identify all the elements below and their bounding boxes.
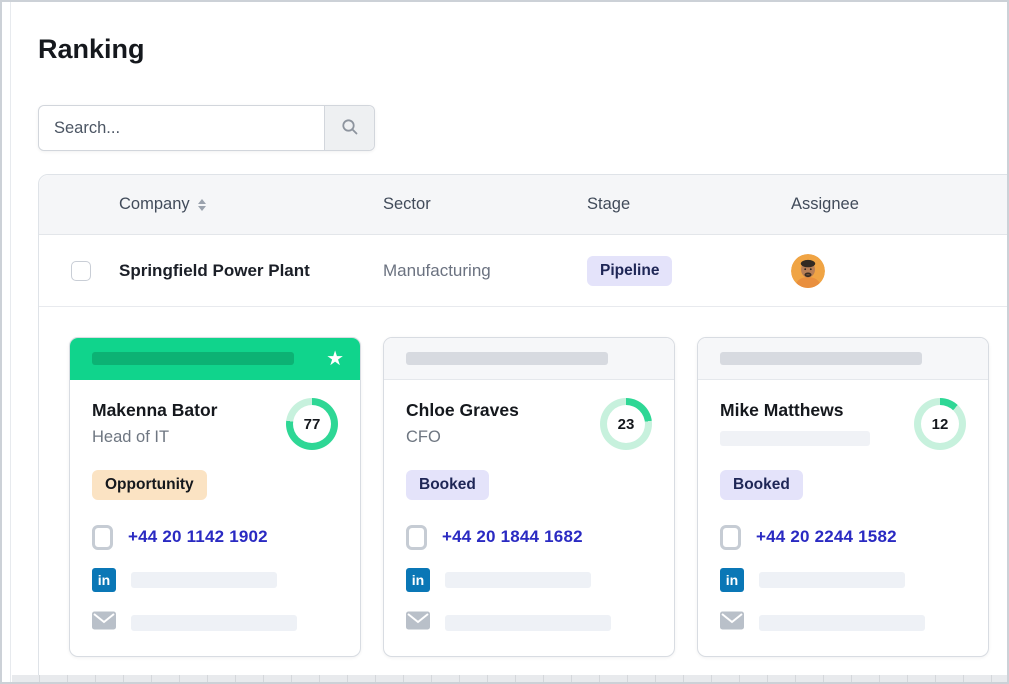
person-name: Mike Matthews — [720, 400, 870, 421]
phone-icon — [92, 525, 113, 550]
card-header: ★ — [70, 338, 360, 380]
phone-row: +44 20 1844 1682 — [406, 524, 652, 550]
score-ring: 12 — [914, 398, 966, 450]
column-label-company: Company — [119, 195, 190, 214]
search-bar — [38, 105, 375, 151]
email-placeholder-bar — [131, 615, 297, 631]
linkedin-placeholder-bar — [445, 572, 591, 588]
status-badge: Booked — [406, 470, 489, 500]
page-title: Ranking — [38, 34, 145, 65]
status-badge: Opportunity — [92, 470, 207, 500]
linkedin-icon[interactable]: in — [720, 568, 744, 592]
email-row — [92, 610, 338, 636]
score-value: 12 — [921, 405, 959, 443]
column-header-sector: Sector — [383, 195, 587, 214]
phone-link[interactable]: +44 20 1142 1902 — [128, 527, 268, 547]
row-checkbox[interactable] — [71, 261, 91, 281]
column-label-sector: Sector — [383, 195, 431, 213]
company-name: Springfield Power Plant — [119, 261, 310, 281]
magnifier-icon — [340, 117, 360, 140]
header-placeholder-bar — [720, 352, 922, 365]
table-row[interactable]: Springfield Power Plant Manufacturing Pi… — [39, 235, 1009, 307]
linkedin-row: in — [92, 567, 338, 593]
email-row — [720, 610, 966, 636]
phone-row: +44 20 1142 1902 — [92, 524, 338, 550]
star-icon[interactable]: ★ — [326, 349, 344, 369]
person-name: Chloe Graves — [406, 400, 519, 421]
envelope-icon — [720, 611, 744, 635]
column-label-assignee: Assignee — [791, 195, 859, 213]
score-ring: 77 — [286, 398, 338, 450]
contact-card[interactable]: Mike Matthews 12 Booked +44 20 224 — [697, 337, 989, 657]
table-header-row: Company Sector Stage Assignee — [39, 175, 1009, 235]
email-placeholder-bar — [445, 615, 611, 631]
column-header-stage: Stage — [587, 195, 791, 214]
sector-value: Manufacturing — [383, 261, 491, 280]
linkedin-row: in — [720, 567, 966, 593]
card-header — [384, 338, 674, 380]
left-edge-divider — [10, 2, 11, 682]
app-window: Ranking Company Sector — [0, 0, 1009, 684]
column-label-stage: Stage — [587, 195, 630, 213]
email-row — [406, 610, 652, 636]
phone-icon — [406, 525, 427, 550]
contact-card[interactable]: ★ Makenna Bator Head of IT 77 Opportunit… — [69, 337, 361, 657]
phone-link[interactable]: +44 20 2244 1582 — [756, 527, 897, 547]
contact-card[interactable]: Chloe Graves CFO 23 Booked +44 20 1 — [383, 337, 675, 657]
linkedin-icon[interactable]: in — [406, 568, 430, 592]
horizontal-scrollbar[interactable] — [12, 675, 1007, 682]
person-job-title: CFO — [406, 428, 519, 447]
score-value: 77 — [293, 405, 331, 443]
score-value: 23 — [607, 405, 645, 443]
email-placeholder-bar — [759, 615, 925, 631]
linkedin-placeholder-bar — [131, 572, 277, 588]
linkedin-placeholder-bar — [759, 572, 905, 588]
status-badge: Booked — [720, 470, 803, 500]
job-title-placeholder-bar — [720, 431, 870, 446]
header-placeholder-bar — [406, 352, 608, 365]
ranking-table: Company Sector Stage Assignee Springfiel… — [38, 174, 1009, 684]
phone-link[interactable]: +44 20 1844 1682 — [442, 527, 583, 547]
card-header — [698, 338, 988, 380]
stage-badge: Pipeline — [587, 256, 672, 286]
score-ring: 23 — [600, 398, 652, 450]
search-input[interactable] — [39, 106, 324, 150]
search-button[interactable] — [324, 106, 374, 150]
header-placeholder-bar — [92, 352, 294, 365]
contact-cards-section: ★ Makenna Bator Head of IT 77 Opportunit… — [39, 307, 1009, 684]
linkedin-row: in — [406, 567, 652, 593]
assignee-avatar[interactable] — [791, 254, 825, 288]
phone-row: +44 20 2244 1582 — [720, 524, 966, 550]
envelope-icon — [92, 611, 116, 635]
envelope-icon — [406, 611, 430, 635]
sort-arrows-icon[interactable] — [198, 199, 206, 211]
column-header-company[interactable]: Company — [119, 195, 383, 214]
phone-icon — [720, 525, 741, 550]
person-job-title: Head of IT — [92, 428, 217, 447]
person-name: Makenna Bator — [92, 400, 217, 421]
linkedin-icon[interactable]: in — [92, 568, 116, 592]
column-header-assignee: Assignee — [791, 195, 1007, 214]
